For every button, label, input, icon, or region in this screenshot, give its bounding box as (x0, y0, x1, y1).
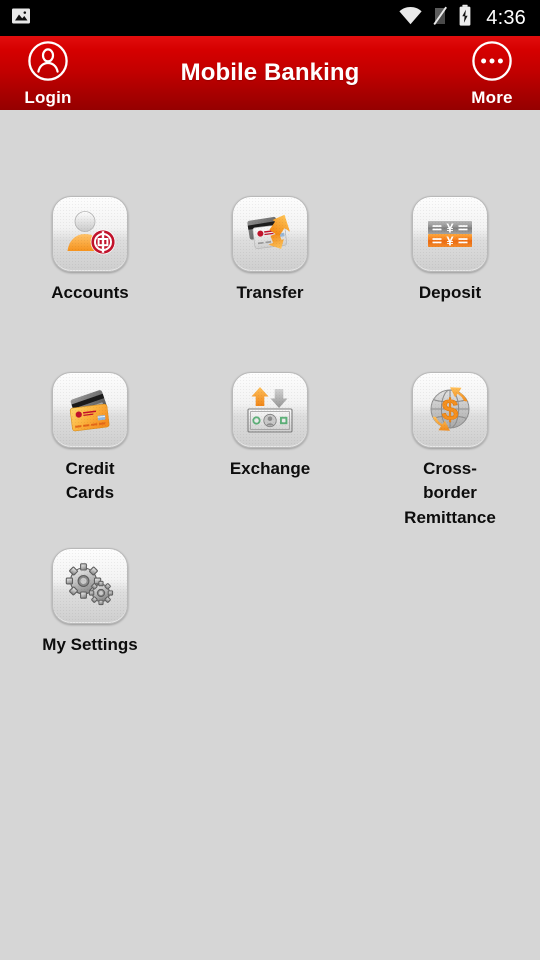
menu-item-label: Accounts (51, 283, 129, 302)
menu-item-cross-border-remittance[interactable]: $ Cross-border Remittance (360, 372, 540, 548)
status-bar: 4:36 (0, 0, 540, 36)
menu-tile: ¥ ¥ (412, 196, 488, 272)
login-button[interactable]: Login (0, 36, 96, 110)
battery-charging-icon (458, 4, 472, 32)
deposit-yen-bars-icon: ¥ ¥ (420, 204, 480, 264)
menu-item-label: Deposit (418, 283, 482, 302)
more-button[interactable]: More (444, 36, 540, 110)
menu-tile (52, 372, 128, 448)
more-button-label: More (471, 88, 513, 107)
status-bar-left (10, 5, 32, 32)
page-title: Mobile Banking (180, 59, 360, 86)
wifi-icon (398, 5, 423, 32)
credit-cards-icon (60, 380, 120, 440)
login-button-label: Login (24, 88, 72, 107)
menu-item-label: Exchange (229, 459, 311, 478)
cross-border-globe-dollar-icon: $ (420, 380, 480, 440)
menu-tile (52, 196, 128, 272)
accounts-person-badge-icon (60, 204, 120, 264)
menu-item-label: Cross-border Remittance (404, 459, 496, 527)
menu-tile (52, 548, 128, 624)
status-bar-clock: 4:36 (486, 6, 526, 29)
svg-text:¥: ¥ (446, 234, 454, 249)
photo-image-icon (10, 5, 32, 32)
menu-item-label: My Settings (42, 635, 138, 654)
header-title-wrap: Mobile Banking (96, 36, 444, 110)
exchange-banknote-arrows-icon (240, 380, 300, 440)
more-dots-circle-icon (471, 40, 513, 87)
status-bar-right: 4:36 (398, 4, 526, 32)
signal-off-icon (432, 5, 449, 32)
menu-tile: $ (412, 372, 488, 448)
menu-item-transfer[interactable]: Transfer (180, 196, 360, 372)
menu-item-label: Credit Cards (65, 459, 115, 503)
settings-gears-icon (60, 556, 120, 616)
menu-item-accounts[interactable]: Accounts (0, 196, 180, 372)
user-circle-icon (27, 40, 69, 87)
menu-item-my-settings[interactable]: My Settings (0, 548, 180, 724)
menu-item-label: Transfer (236, 283, 304, 302)
menu-grid: Accounts Transfer ¥ ¥ Deposit Credit Car… (0, 110, 540, 724)
menu-item-exchange[interactable]: Exchange (180, 372, 360, 548)
svg-text:$: $ (442, 394, 459, 427)
transfer-cards-arrow-icon (240, 204, 300, 264)
menu-item-credit-cards[interactable]: Credit Cards (0, 372, 180, 548)
menu-tile (232, 196, 308, 272)
menu-item-deposit[interactable]: ¥ ¥ Deposit (360, 196, 540, 372)
mobile-banking-app: 4:36 Login Mobile Banking More Accounts … (0, 0, 540, 960)
menu-tile (232, 372, 308, 448)
app-header: Login Mobile Banking More (0, 36, 540, 110)
